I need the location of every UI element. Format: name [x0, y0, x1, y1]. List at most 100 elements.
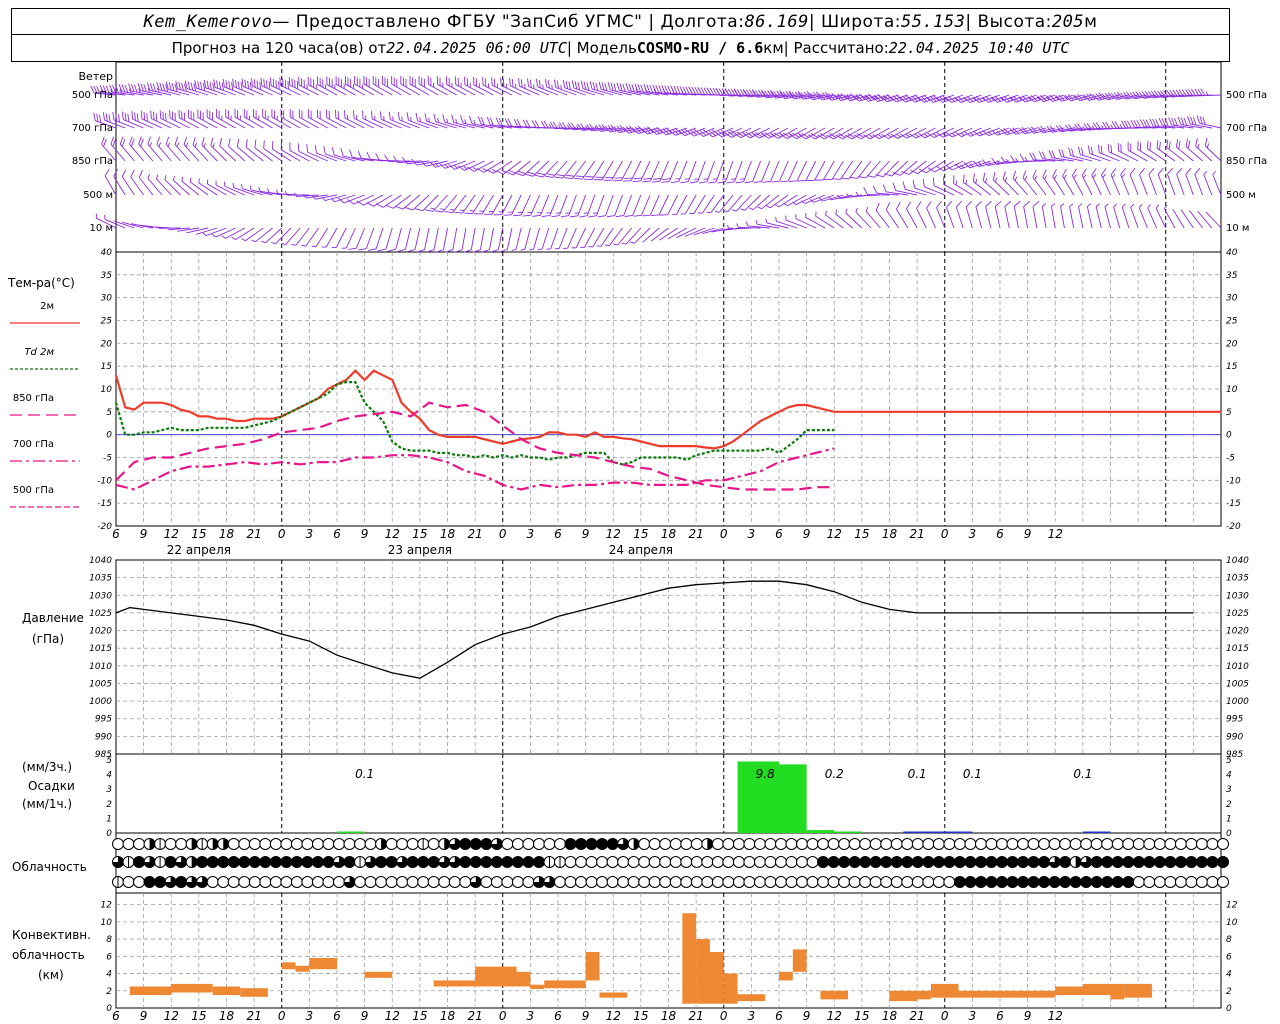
wind-barb [1032, 200, 1040, 229]
wind-shaft [1071, 175, 1084, 196]
conv-bar [889, 990, 918, 1002]
conv-bar [544, 980, 558, 989]
wind-barb [113, 168, 126, 196]
wind-shaft [706, 160, 715, 182]
cloud-symbol [869, 838, 882, 850]
cloud-symbol [112, 838, 124, 850]
temp-ytick-right: -20 [1226, 522, 1241, 532]
wind-shaft [1042, 176, 1056, 196]
wind-feather [395, 205, 404, 210]
wind-shaft [385, 227, 393, 250]
cloud-circle [796, 876, 809, 888]
cloud-symbol [143, 876, 156, 888]
cloud-symbol [511, 856, 524, 868]
cloud-symbol [1164, 856, 1177, 868]
cloud-circle [322, 876, 335, 888]
wind-feather [936, 200, 942, 208]
cloud-symbol [480, 876, 493, 888]
conv-ytick-right: 10 [1226, 918, 1238, 928]
cloud-circle [669, 838, 682, 850]
cloud-symbol [690, 856, 703, 868]
cloud-circle [617, 876, 630, 888]
wind-barb [858, 160, 881, 179]
wind-shaft [697, 160, 706, 182]
wind-barb [1000, 94, 1028, 103]
cloud-full [1038, 856, 1050, 868]
wind-feather [633, 214, 642, 217]
wind-barb [1205, 211, 1222, 229]
wind-barb [780, 127, 807, 140]
cloud-circle [711, 856, 724, 868]
cloud-symbol [522, 838, 535, 850]
cloud-circle [311, 838, 324, 850]
wind-shaft [936, 207, 946, 229]
cloud-symbol [722, 838, 735, 850]
cloud-symbol [1217, 856, 1229, 868]
wind-shaft [138, 143, 154, 162]
wind-barb [762, 160, 780, 183]
temp-ytick-right: 20 [1226, 339, 1238, 349]
temp-xtick-label: 3 [969, 527, 977, 541]
cloud-full [512, 856, 524, 868]
cloud-symbol [1059, 876, 1072, 888]
cloud-circle [743, 856, 756, 868]
precip-label: 9.8 [756, 767, 775, 781]
wind-feather [651, 214, 660, 216]
wind-barb [387, 227, 402, 252]
cloud-symbol [1206, 838, 1219, 850]
cloud-symbol [922, 876, 935, 888]
wind-shaft [1204, 145, 1222, 162]
wind-feather [1139, 167, 1145, 175]
temp-ytick-right: -10 [1226, 476, 1241, 486]
wind-feather [726, 181, 735, 184]
cloud-symbol [638, 838, 651, 850]
wind-shaft [994, 206, 1001, 229]
wind-shaft [982, 180, 1001, 196]
cloud-symbol [427, 856, 440, 868]
temp-ytick-left: 25 [101, 317, 113, 327]
cloud-symbol [680, 838, 693, 850]
wind-feather [943, 176, 945, 185]
conv-xtick-label: 15 [854, 1009, 869, 1023]
cloud-circle [1038, 838, 1051, 850]
wind-feather [985, 200, 992, 207]
pres-ytick-left: 1020 [89, 627, 112, 637]
wind-half-feather [855, 207, 858, 213]
cloud-full [1049, 876, 1061, 888]
conv-bar [792, 949, 807, 972]
cloud-full [1122, 876, 1134, 888]
conv-ytick-right: 12 [1226, 901, 1238, 911]
cloud-symbol [227, 876, 240, 888]
wind-barb [251, 78, 273, 96]
cloud-symbol [1111, 838, 1124, 850]
cloud-symbol [785, 876, 798, 888]
pres-ytick-left: 1005 [89, 679, 112, 689]
wind-shaft [1194, 174, 1204, 196]
cloud-circle [248, 838, 261, 850]
wind-half-feather [554, 248, 560, 250]
cloud-full [280, 856, 292, 868]
wind-level-label-right: 10 м [1226, 223, 1249, 234]
wind-barb [1204, 137, 1222, 162]
conv-xtick-label: 12 [606, 1009, 621, 1023]
wind-shaft [426, 160, 448, 167]
wind-shaft [822, 160, 835, 181]
cloud-circle [396, 838, 409, 850]
wind-shaft [435, 160, 457, 168]
wind-barb [927, 160, 955, 173]
cloud-symbol [1080, 856, 1093, 868]
cloud-full [417, 856, 429, 868]
cloud-circle [922, 838, 935, 850]
conv-bar [986, 990, 1014, 998]
cloud-circle [627, 876, 640, 888]
wind-barb [416, 227, 430, 253]
wind-shaft [1060, 206, 1065, 229]
wind-feather [922, 178, 925, 187]
conv-title-2: облачность [12, 948, 85, 962]
wind-barb [1041, 203, 1047, 229]
wind-shaft [244, 116, 264, 129]
wind-half-feather [95, 213, 97, 219]
wind-shaft [1078, 206, 1084, 229]
cloud-circle [932, 838, 945, 850]
wind-shaft [119, 143, 135, 162]
